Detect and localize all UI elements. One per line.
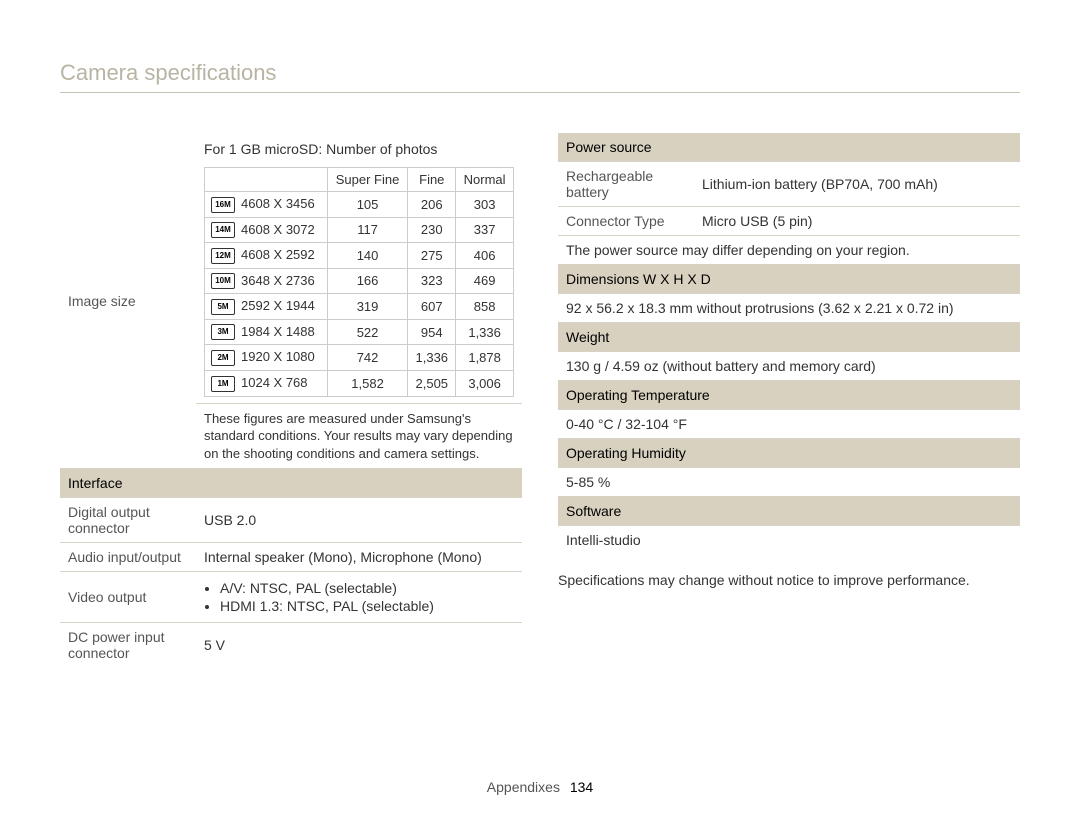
resolution-cell: 1M1024 X 768 <box>205 370 328 396</box>
page: Camera specifications Image size For 1 G… <box>0 0 1080 815</box>
dimensions-header: Dimensions W X H X D <box>558 265 1020 294</box>
megapixel-icon: 5M <box>211 299 235 315</box>
photo-count-cell: 469 <box>456 268 514 294</box>
page-footer: Appendixes 134 <box>0 779 1080 795</box>
col-fine: Fine <box>408 168 456 192</box>
photo-count-cell: 954 <box>408 319 456 345</box>
photo-count-cell: 105 <box>327 192 408 218</box>
col-superfine: Super Fine <box>327 168 408 192</box>
ps-battery-value: Lithium-ion battery (BP70A, 700 mAh) <box>694 162 1020 207</box>
photo-count-cell: 166 <box>327 268 408 294</box>
footer-page-number: 134 <box>570 779 593 795</box>
megapixel-icon: 2M <box>211 350 235 366</box>
if-audio-label: Audio input/output <box>60 543 196 572</box>
photo-count-row: 5M2592 X 1944319607858 <box>205 294 514 320</box>
photo-count-cell: 140 <box>327 243 408 269</box>
software-value: Intelli-studio <box>558 526 1020 555</box>
megapixel-icon: 10M <box>211 273 235 289</box>
dimensions-value: 92 x 56.2 x 18.3 mm without protrusions … <box>558 294 1020 323</box>
col-resolution <box>205 168 328 192</box>
interface-header: Interface <box>60 469 522 498</box>
weight-value: 130 g / 4.59 oz (without battery and mem… <box>558 352 1020 381</box>
if-video-label: Video output <box>60 572 196 623</box>
title-divider <box>60 92 1020 93</box>
image-size-note: These figures are measured under Samsung… <box>196 403 522 469</box>
photo-count-row: 16M4608 X 3456105206303 <box>205 192 514 218</box>
resolution-cell: 5M2592 X 1944 <box>205 294 328 320</box>
photo-count-cell: 406 <box>456 243 514 269</box>
photo-count-cell: 230 <box>408 217 456 243</box>
megapixel-icon: 16M <box>211 197 235 213</box>
footer-section: Appendixes <box>487 779 560 795</box>
if-audio-value: Internal speaker (Mono), Microphone (Mon… <box>196 543 522 572</box>
ophum-value: 5-85 % <box>558 468 1020 497</box>
image-size-caption: For 1 GB microSD: Number of photos <box>204 139 514 161</box>
spec-footnote: Specifications may change without notice… <box>558 572 1020 588</box>
image-size-label: Image size <box>60 133 196 469</box>
if-digital-value: USB 2.0 <box>196 498 522 543</box>
ps-battery-label: Rechargeable battery <box>558 162 694 207</box>
resolution-cell: 14M4608 X 3072 <box>205 217 328 243</box>
optemp-value: 0-40 °C / 32-104 °F <box>558 410 1020 439</box>
photo-count-cell: 117 <box>327 217 408 243</box>
left-column: Image size For 1 GB microSD: Number of p… <box>60 133 522 667</box>
photo-count-row: 1M1024 X 7681,5822,5053,006 <box>205 370 514 396</box>
photo-count-cell: 275 <box>408 243 456 269</box>
page-title: Camera specifications <box>60 60 1020 86</box>
photo-count-cell: 206 <box>408 192 456 218</box>
if-video-value: A/V: NTSC, PAL (selectable) HDMI 1.3: NT… <box>196 572 522 623</box>
photo-count-cell: 319 <box>327 294 408 320</box>
photo-count-table: Super Fine Fine Normal 16M4608 X 3456105… <box>204 167 514 397</box>
megapixel-icon: 3M <box>211 324 235 340</box>
photo-count-cell: 522 <box>327 319 408 345</box>
photo-count-cell: 1,336 <box>408 345 456 371</box>
photo-count-row: 2M1920 X 10807421,3361,878 <box>205 345 514 371</box>
image-size-table: Image size For 1 GB microSD: Number of p… <box>60 133 522 667</box>
ophum-header: Operating Humidity <box>558 439 1020 468</box>
photo-count-cell: 3,006 <box>456 370 514 396</box>
photo-count-cell: 742 <box>327 345 408 371</box>
ps-note: The power source may differ depending on… <box>558 236 1020 265</box>
video-output-item: A/V: NTSC, PAL (selectable) <box>220 580 514 596</box>
col-normal: Normal <box>456 168 514 192</box>
right-spec-table: Power source Rechargeable battery Lithiu… <box>558 133 1020 554</box>
power-source-header: Power source <box>558 133 1020 162</box>
photo-count-cell: 303 <box>456 192 514 218</box>
photo-count-row: 10M3648 X 2736166323469 <box>205 268 514 294</box>
ps-connector-label: Connector Type <box>558 207 694 236</box>
if-dc-label: DC power input connector <box>60 623 196 668</box>
photo-count-row: 12M4608 X 2592140275406 <box>205 243 514 269</box>
resolution-cell: 12M4608 X 2592 <box>205 243 328 269</box>
optemp-header: Operating Temperature <box>558 381 1020 410</box>
ps-connector-value: Micro USB (5 pin) <box>694 207 1020 236</box>
weight-header: Weight <box>558 323 1020 352</box>
megapixel-icon: 12M <box>211 248 235 264</box>
resolution-cell: 10M3648 X 2736 <box>205 268 328 294</box>
photo-count-row: 3M1984 X 14885229541,336 <box>205 319 514 345</box>
software-header: Software <box>558 497 1020 526</box>
resolution-cell: 2M1920 X 1080 <box>205 345 328 371</box>
photo-count-cell: 1,878 <box>456 345 514 371</box>
megapixel-icon: 14M <box>211 222 235 238</box>
megapixel-icon: 1M <box>211 376 235 392</box>
photo-count-cell: 858 <box>456 294 514 320</box>
photo-count-cell: 323 <box>408 268 456 294</box>
image-size-cell: For 1 GB microSD: Number of photos Super… <box>196 133 522 403</box>
photo-count-cell: 1,582 <box>327 370 408 396</box>
if-dc-value: 5 V <box>196 623 522 668</box>
photo-count-cell: 1,336 <box>456 319 514 345</box>
resolution-cell: 16M4608 X 3456 <box>205 192 328 218</box>
resolution-cell: 3M1984 X 1488 <box>205 319 328 345</box>
if-digital-label: Digital output connector <box>60 498 196 543</box>
right-column: Power source Rechargeable battery Lithiu… <box>558 133 1020 667</box>
photo-count-cell: 2,505 <box>408 370 456 396</box>
photo-count-cell: 607 <box>408 294 456 320</box>
photo-count-cell: 337 <box>456 217 514 243</box>
video-output-item: HDMI 1.3: NTSC, PAL (selectable) <box>220 598 514 614</box>
photo-count-row: 14M4608 X 3072117230337 <box>205 217 514 243</box>
content-columns: Image size For 1 GB microSD: Number of p… <box>60 133 1020 667</box>
